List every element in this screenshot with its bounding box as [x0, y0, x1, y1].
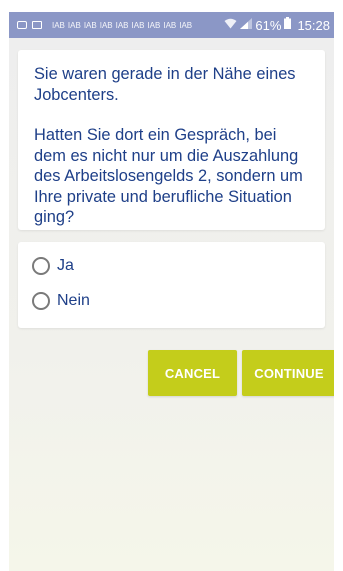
iab-notification-list: IAB IAB IAB IAB IAB IAB IAB IAB IAB [52, 21, 192, 30]
cancel-button[interactable]: CANCEL [148, 350, 237, 396]
answer-options: Ja Nein [18, 242, 325, 328]
signal-strength-icon [240, 16, 253, 34]
iab-notification-icon: IAB [83, 20, 97, 30]
iab-notification-icon: IAB [115, 20, 129, 30]
option-label-nein: Nein [57, 292, 90, 309]
status-bar: IAB IAB IAB IAB IAB IAB IAB IAB IAB 61% … [9, 12, 334, 38]
option-label-ja: Ja [57, 257, 74, 274]
iab-notification-icon: IAB [179, 20, 193, 30]
question-card: Sie waren gerade in der Nähe eines Jobce… [18, 50, 325, 230]
iab-notification-icon: IAB [67, 20, 81, 30]
iab-notification-icon: IAB [99, 20, 113, 30]
question-intro: Sie waren gerade in der Nähe eines Jobce… [34, 65, 296, 104]
status-notifications: IAB IAB IAB IAB IAB IAB IAB IAB IAB [17, 21, 192, 30]
status-clock: 15:28 [297, 17, 330, 33]
continue-button[interactable]: CONTINUE [242, 350, 334, 396]
option-ja[interactable]: Ja [32, 255, 74, 277]
battery-percentage: 61% [255, 17, 282, 33]
phone-screen: IAB IAB IAB IAB IAB IAB IAB IAB IAB 61% … [9, 12, 334, 571]
radio-button-nein[interactable] [32, 292, 50, 310]
radio-button-ja[interactable] [32, 257, 50, 275]
message-notification-icon [17, 21, 27, 29]
iab-notification-icon: IAB [52, 20, 65, 30]
battery-icon [284, 16, 292, 34]
iab-notification-icon: IAB [147, 20, 161, 30]
iab-notification-icon: IAB [163, 20, 177, 30]
option-nein[interactable]: Nein [32, 290, 90, 312]
question-body: Hatten Sie dort ein Gespräch, bei dem es… [34, 126, 303, 226]
status-system-icons: 61% 15:28 [224, 16, 330, 34]
wifi-icon [224, 16, 237, 34]
iab-notification-icon: IAB [131, 20, 145, 30]
image-notification-icon [32, 21, 42, 29]
